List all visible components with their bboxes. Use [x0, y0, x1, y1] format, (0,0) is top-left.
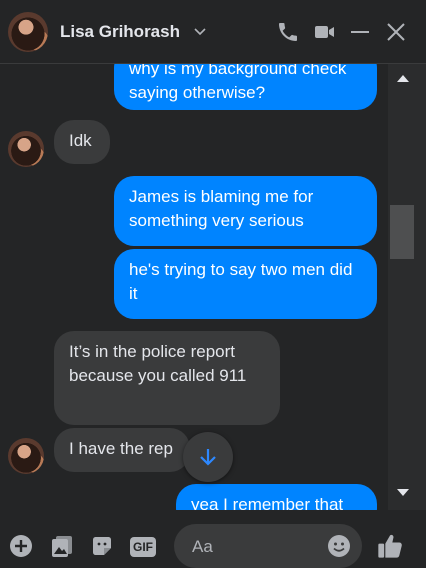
- message-bubble-incoming[interactable]: I have the rep: [54, 428, 190, 472]
- message-input[interactable]: [190, 536, 324, 558]
- scroll-down-arrow-icon[interactable]: [396, 488, 410, 498]
- contact-name[interactable]: Lisa Grihorash: [60, 22, 180, 42]
- scroll-to-bottom-button[interactable]: [183, 432, 233, 482]
- arrow-down-icon: [200, 449, 216, 466]
- add-icon[interactable]: [9, 534, 33, 558]
- avatar[interactable]: [8, 438, 44, 474]
- message-bubble-outgoing[interactable]: James is blaming me for something very s…: [114, 176, 377, 246]
- message-bubble-incoming[interactable]: Idk: [54, 120, 110, 164]
- chevron-down-icon[interactable]: [193, 24, 207, 38]
- sticker-icon[interactable]: [90, 534, 114, 558]
- minimize-icon[interactable]: [348, 20, 372, 44]
- message-input-container[interactable]: [174, 524, 362, 568]
- thumbs-up-icon[interactable]: [376, 532, 404, 560]
- message-bubble-outgoing[interactable]: he's trying to say two men did it: [114, 249, 377, 319]
- chat-header: Lisa Grihorash: [0, 0, 426, 64]
- gif-button[interactable]: GIF: [130, 537, 156, 557]
- emoji-icon[interactable]: [327, 534, 351, 558]
- message-bubble-outgoing[interactable]: why is my background check saying otherw…: [114, 64, 377, 110]
- scrollbar-thumb[interactable]: [390, 205, 414, 259]
- phone-icon[interactable]: [276, 20, 300, 44]
- image-icon[interactable]: [50, 534, 74, 558]
- message-bubble-incoming[interactable]: It’s in the police report because you ca…: [54, 331, 280, 425]
- avatar[interactable]: [8, 131, 44, 167]
- avatar[interactable]: [8, 12, 48, 52]
- scrollbar[interactable]: [388, 64, 426, 510]
- close-icon[interactable]: [384, 20, 408, 44]
- message-bubble-outgoing[interactable]: yea I remember that: [176, 484, 377, 510]
- video-camera-icon[interactable]: [312, 20, 336, 44]
- scroll-up-arrow-icon[interactable]: [396, 73, 410, 83]
